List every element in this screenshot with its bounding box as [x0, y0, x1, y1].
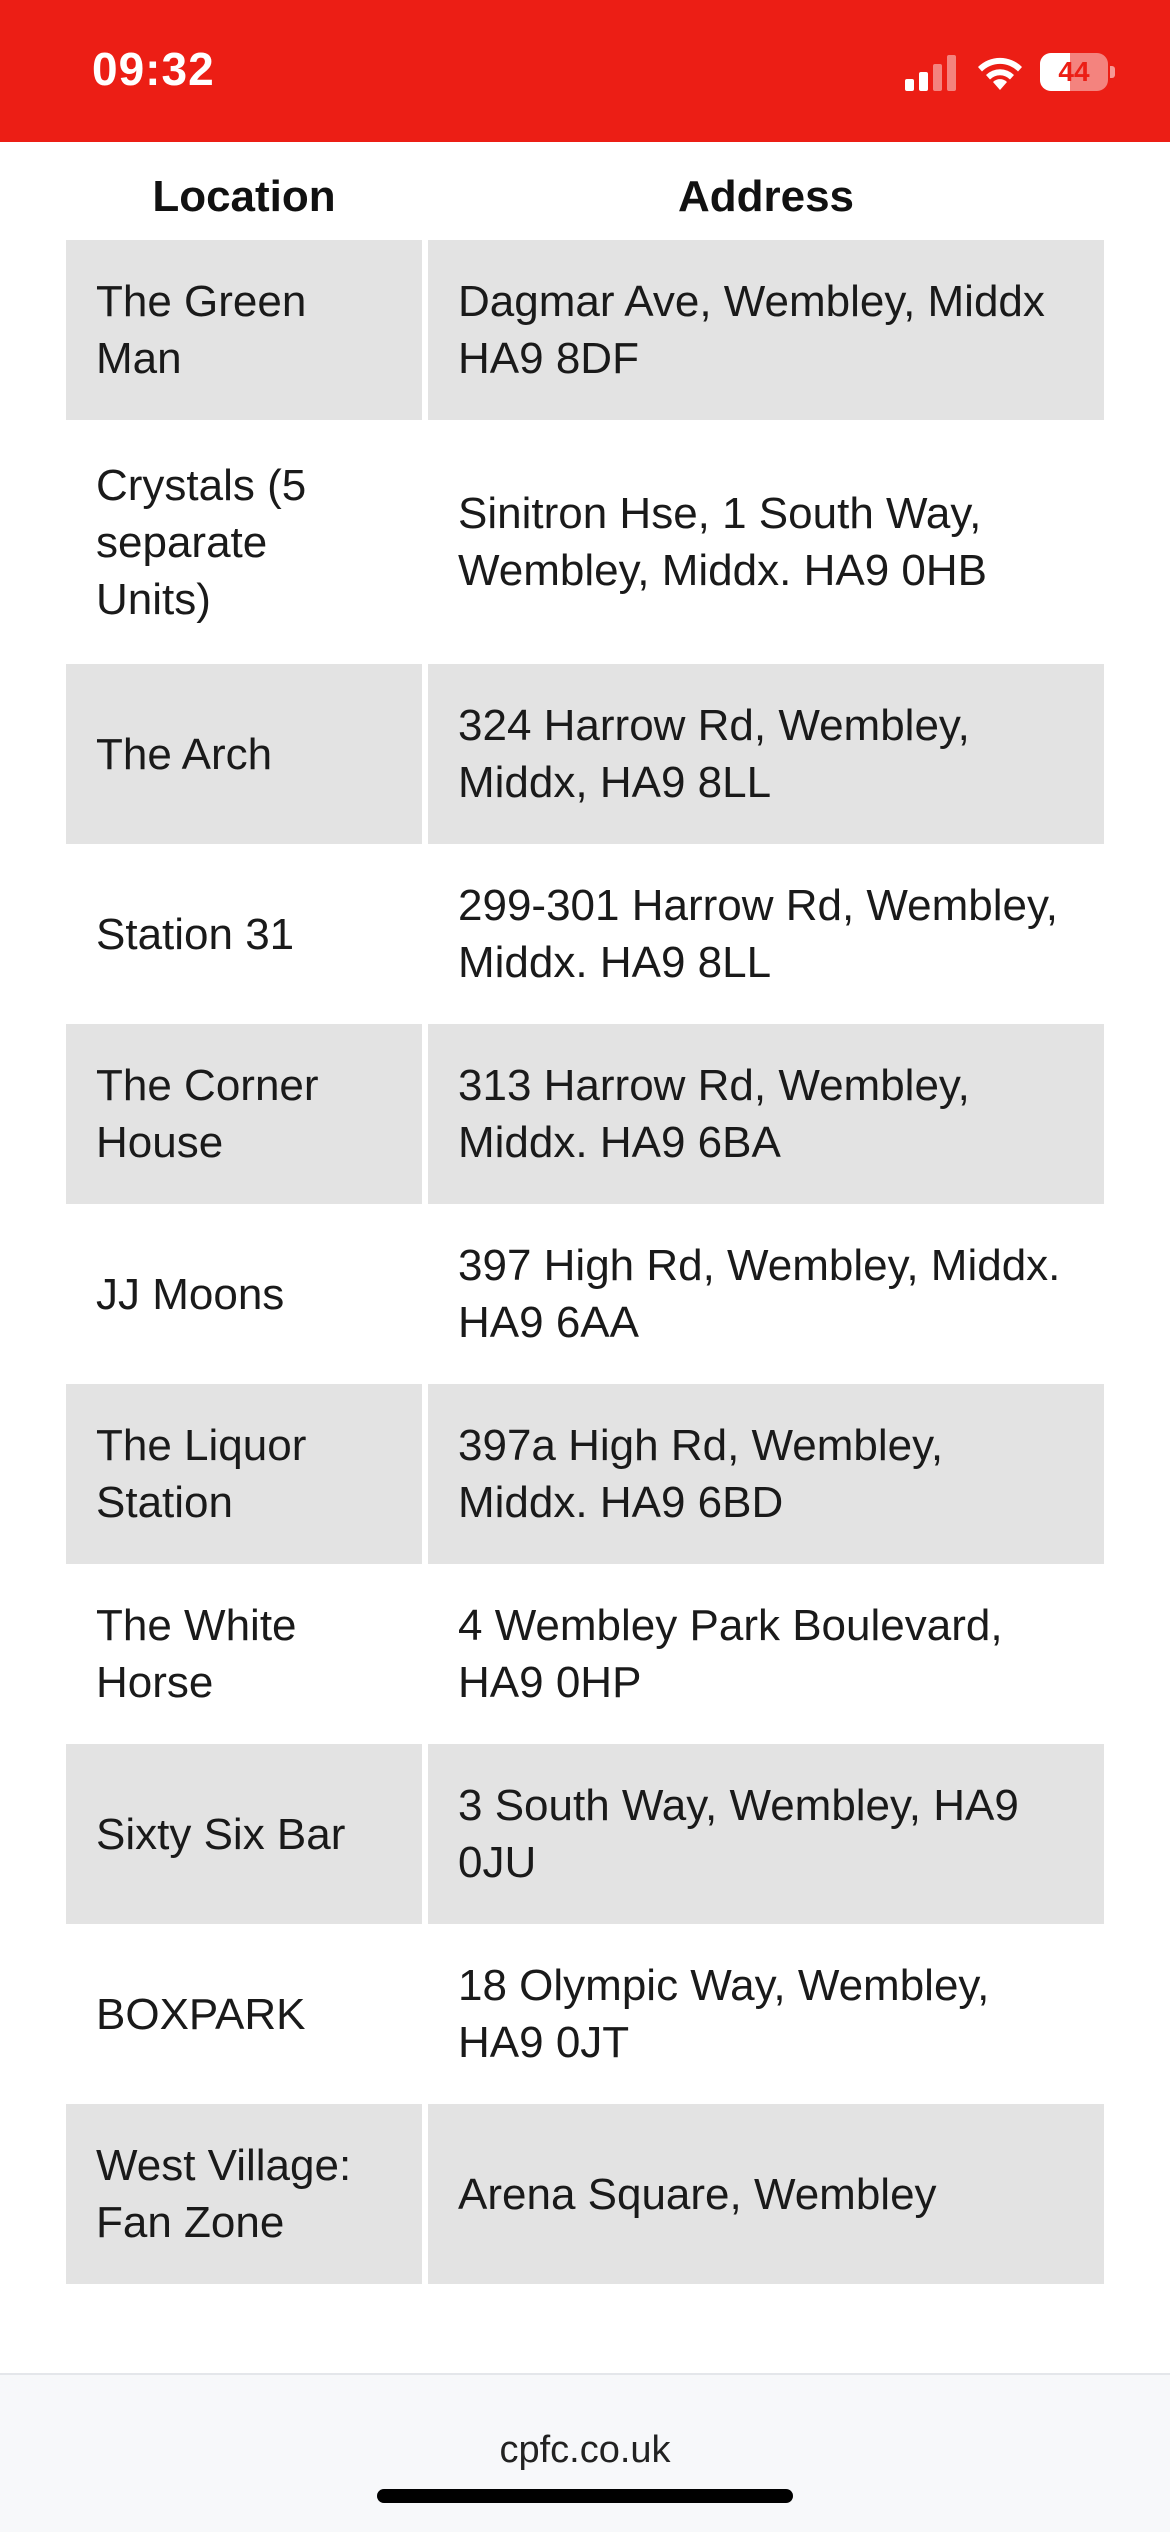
url-label[interactable]: cpfc.co.uk — [0, 2429, 1170, 2472]
location-cell: Crystals (5 separate Units) — [96, 460, 307, 624]
table-row: The Corner House 313 Harrow Rd, Wembley,… — [66, 1024, 1104, 1204]
battery-icon: 44 — [1040, 53, 1115, 91]
location-cell: JJ Moons — [96, 1269, 285, 1319]
wifi-icon — [978, 57, 1022, 90]
location-cell: The Liquor Station — [66, 1384, 422, 1564]
cellular-signal-icon — [905, 53, 957, 91]
address-cell: 397a High Rd, Wembley, Middx. HA9 6BD — [428, 1384, 1104, 1564]
address-cell: 3 South Way, Wembley, HA9 0JU — [428, 1744, 1104, 1924]
location-cell: Station 31 — [96, 909, 295, 959]
table-row: Crystals (5 separate Units) Sinitron Hse… — [66, 420, 1104, 664]
table-row: BOXPARK 18 Olympic Way, Wembley, HA9 0JT — [66, 1924, 1104, 2104]
location-cell: West Village: Fan Zone — [66, 2104, 422, 2284]
location-cell: Sixty Six Bar — [66, 1744, 422, 1924]
location-cell: The White Horse — [96, 1601, 297, 1707]
address-cell: 4 Wembley Park Boulevard, HA9 0HP — [458, 1601, 1003, 1707]
address-cell: 324 Harrow Rd, Wembley, Middx, HA9 8LL — [428, 664, 1104, 844]
home-indicator[interactable] — [377, 2489, 793, 2503]
locations-table-container: Location Address The Green Man Dagmar Av… — [66, 160, 1104, 2284]
table-row: Sixty Six Bar 3 South Way, Wembley, HA9 … — [66, 1744, 1104, 1924]
table-row: The Green Man Dagmar Ave, Wembley, Middx… — [66, 240, 1104, 420]
table-header-row: Location Address — [66, 160, 1104, 240]
locations-table: Location Address The Green Man Dagmar Av… — [60, 160, 1110, 2284]
address-cell: 299-301 Harrow Rd, Wembley, Middx. HA9 8… — [458, 881, 1058, 987]
battery-level: 44 — [1058, 56, 1090, 87]
header-address: Address — [677, 172, 855, 221]
location-cell: The Green Man — [66, 240, 422, 420]
address-cell: 18 Olympic Way, Wembley, HA9 0JT — [458, 1961, 990, 2067]
address-cell: Arena Square, Wembley — [428, 2104, 1104, 2284]
address-cell: Dagmar Ave, Wembley, Middx HA9 8DF — [428, 240, 1104, 420]
table-row: The Liquor Station 397a High Rd, Wembley… — [66, 1384, 1104, 1564]
header-location: Location — [152, 172, 336, 221]
table-row: JJ Moons 397 High Rd, Wembley, Middx. HA… — [66, 1204, 1104, 1384]
status-time: 09:32 — [92, 43, 215, 95]
status-bar: 09:32 44 — [0, 0, 1170, 142]
location-cell: The Corner House — [66, 1024, 422, 1204]
table-row: West Village: Fan Zone Arena Square, Wem… — [66, 2104, 1104, 2284]
address-cell: 313 Harrow Rd, Wembley, Middx. HA9 6BA — [428, 1024, 1104, 1204]
browser-address-bar[interactable]: cpfc.co.uk — [0, 2373, 1170, 2532]
table-row: The Arch 324 Harrow Rd, Wembley, Middx, … — [66, 664, 1104, 844]
address-cell: Sinitron Hse, 1 South Way, Wembley, Midd… — [458, 489, 987, 595]
address-cell: 397 High Rd, Wembley, Middx. HA9 6AA — [458, 1241, 1061, 1347]
location-cell: The Arch — [66, 664, 422, 844]
location-cell: BOXPARK — [96, 1989, 306, 2039]
table-row: Station 31 299-301 Harrow Rd, Wembley, M… — [66, 844, 1104, 1024]
table-row: The White Horse 4 Wembley Park Boulevard… — [66, 1564, 1104, 1744]
